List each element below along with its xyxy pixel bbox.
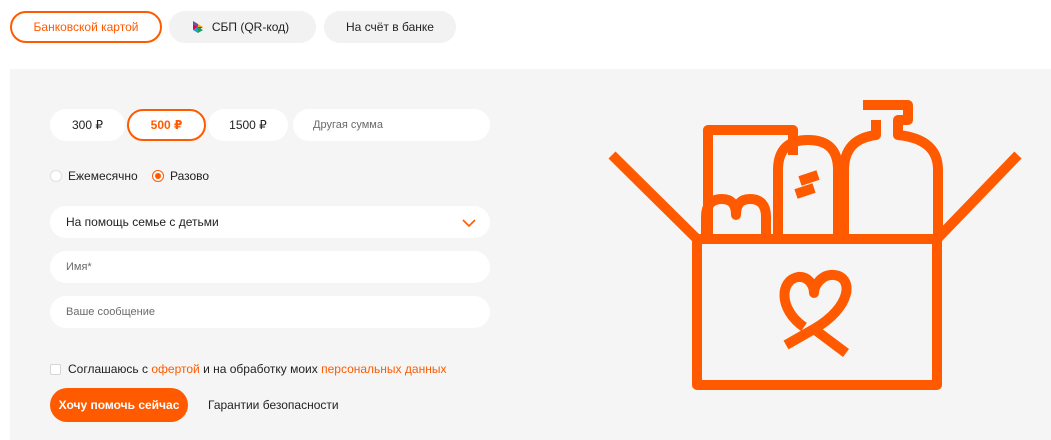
once-label: Разово — [170, 169, 210, 183]
chevron-down-icon — [462, 219, 476, 227]
frequency-monthly-radio[interactable]: Ежемесячно — [50, 168, 140, 184]
amount-300-button[interactable]: 300 ₽ — [50, 109, 125, 141]
consent-prefix: Соглашаюсь с — [68, 362, 152, 376]
once-radio-circle[interactable] — [152, 170, 164, 182]
monthly-radio-circle[interactable] — [50, 170, 62, 182]
tab-bank-account-label: На счёт в банке — [346, 20, 434, 34]
tab-sbp[interactable]: СБП (QR-код) — [169, 11, 316, 43]
security-guarantees-label: Гарантии безопасности — [208, 398, 339, 412]
frequency-once-radio[interactable]: Разово — [152, 168, 222, 184]
purpose-select[interactable]: На помощь семье с детьми — [50, 206, 490, 238]
tab-bank-account[interactable]: На счёт в банке — [324, 11, 456, 43]
tab-bank-card[interactable]: Банковской картой — [10, 11, 162, 43]
consent-text: Соглашаюсь с офертой и на обработку моих… — [68, 361, 446, 377]
consent-checkbox[interactable] — [50, 364, 61, 375]
personal-data-link[interactable]: персональных данных — [321, 362, 446, 376]
monthly-label: Ежемесячно — [68, 169, 138, 183]
donate-now-button[interactable]: Хочу помочь сейчас — [50, 388, 188, 422]
amount-300-label: 300 ₽ — [72, 118, 103, 132]
custom-amount-input[interactable] — [293, 109, 490, 141]
donate-now-label: Хочу помочь сейчас — [58, 398, 180, 412]
amount-500-label: 500 ₽ — [150, 118, 183, 132]
message-input[interactable] — [50, 296, 490, 328]
donation-panel: 300 ₽ 500 ₽ 1500 ₽ Ежемесячно Разово На … — [10, 69, 1051, 440]
offer-link[interactable]: офертой — [151, 362, 199, 376]
purpose-select-value: На помощь семье с детьми — [66, 215, 219, 229]
amount-1500-button[interactable]: 1500 ₽ — [208, 109, 288, 141]
grocery-box-heart-icon — [608, 100, 1022, 390]
name-input[interactable] — [50, 251, 490, 283]
tab-bank-card-label: Банковской картой — [33, 20, 139, 34]
tab-sbp-label: СБП (QR-код) — [211, 20, 290, 34]
amount-1500-label: 1500 ₽ — [229, 118, 267, 132]
amount-500-button[interactable]: 500 ₽ — [127, 109, 206, 141]
consent-middle: и на обработку моих — [199, 362, 322, 376]
security-guarantees-link[interactable]: Гарантии безопасности — [208, 388, 339, 422]
